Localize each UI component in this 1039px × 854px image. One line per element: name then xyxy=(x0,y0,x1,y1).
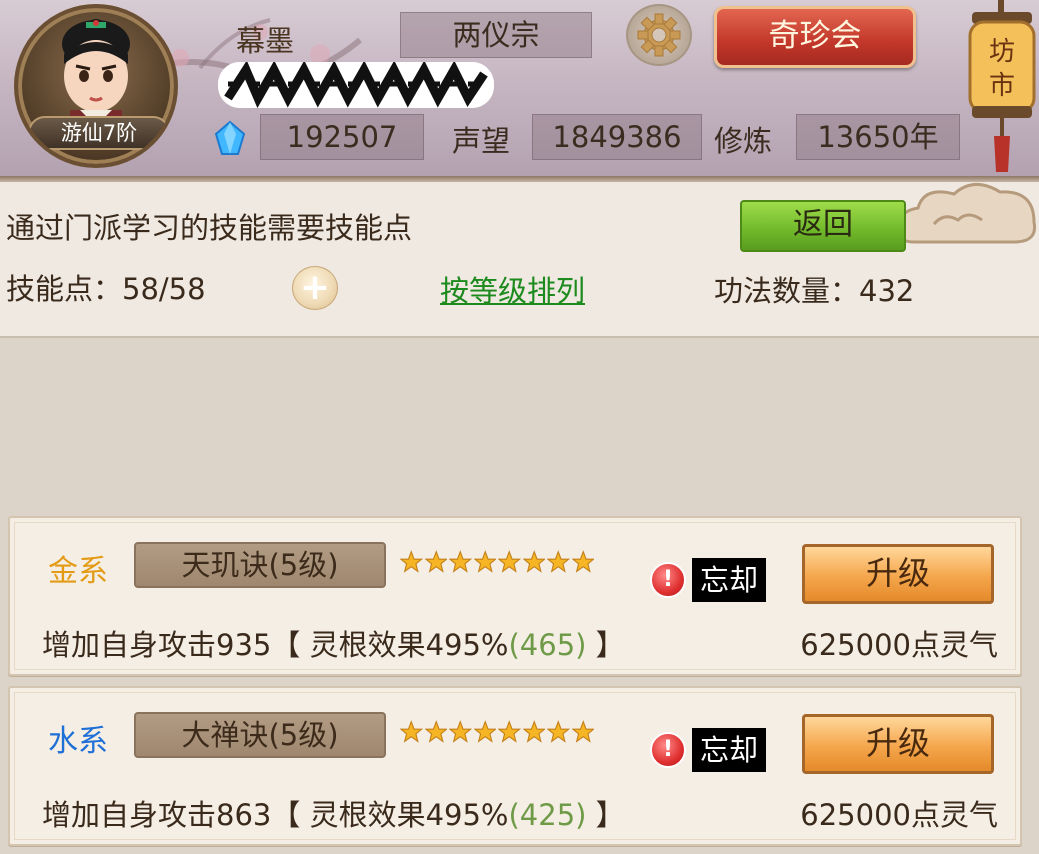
sort-by-level-link[interactable]: 按等级排列 xyxy=(440,268,585,310)
star-icon xyxy=(498,550,521,573)
spirit-stone-gem-icon xyxy=(214,120,246,155)
rank-badge: 游仙7阶 xyxy=(28,116,170,150)
skill-points-label: 技能点：58/58 xyxy=(6,272,206,306)
spirit-stone-count: 192507 xyxy=(260,114,424,160)
effect-text: 增加自身攻击863【 灵根效果495% xyxy=(42,798,509,832)
star-icon xyxy=(571,550,594,573)
star-icon xyxy=(522,550,545,573)
exclamation-icon[interactable]: ! xyxy=(650,562,686,598)
upgrade-button[interactable]: 升级 xyxy=(802,714,994,774)
player-name: 幕墨 xyxy=(236,24,295,58)
star-icon xyxy=(473,720,496,743)
star-icon xyxy=(473,550,496,573)
market-sign-char1: 坊 xyxy=(989,37,1015,67)
return-button[interactable]: 返回 xyxy=(740,200,906,252)
star-icon xyxy=(522,720,545,743)
star-icon xyxy=(424,550,447,573)
star-icon xyxy=(400,720,423,743)
skill-name: 天玑诀(5级) xyxy=(134,542,386,588)
star-icon xyxy=(424,720,447,743)
cultivation-value: 13650年 xyxy=(796,114,960,160)
top-status-bar: 游仙7阶 幕墨 两仪宗 奇珍会 坊 市 192507 声望 1849386 修炼… xyxy=(0,0,1039,178)
forget-button[interactable]: 忘却 xyxy=(692,558,767,602)
effect-close: 】 xyxy=(586,628,625,662)
star-icon xyxy=(547,550,570,573)
element-label: 水系 xyxy=(48,724,108,759)
star-rating xyxy=(400,720,594,746)
effect-bonus: (465) xyxy=(508,628,587,662)
market-lantern-icon[interactable]: 坊 市 xyxy=(962,0,1039,176)
star-icon xyxy=(498,720,521,743)
effect-text: 增加自身攻击935【 灵根效果495% xyxy=(42,628,509,662)
skill-point-description: 通过门派学习的技能需要技能点 xyxy=(6,211,413,245)
skill-name: 大禅诀(5级) xyxy=(134,712,386,758)
fame-value: 1849386 xyxy=(532,114,702,160)
star-rating xyxy=(400,550,594,576)
effect-close: 】 xyxy=(586,798,625,832)
skill-effect: 增加自身攻击863【 灵根效果495%(425) 】 xyxy=(42,792,625,834)
skill-effect: 增加自身攻击935【 灵根效果495%(465) 】 xyxy=(42,622,625,664)
skill-card: 金系 天玑诀(5级) ! 忘却 升级 增加自身攻击935【 灵根效果495%(4… xyxy=(8,516,1022,676)
treasure-fair-button[interactable]: 奇珍会 xyxy=(714,6,916,68)
settings-gear-icon[interactable] xyxy=(626,4,692,66)
sect-name: 两仪宗 xyxy=(400,12,592,58)
plus-icon[interactable]: + xyxy=(292,266,338,310)
star-icon xyxy=(571,720,594,743)
cultivation-label: 修炼 xyxy=(714,124,773,158)
cloud-decoration xyxy=(899,183,1037,244)
element-label: 金系 xyxy=(48,554,108,589)
fame-label: 声望 xyxy=(452,124,511,158)
market-sign-char2: 市 xyxy=(989,71,1015,101)
redacted-id-scribble xyxy=(218,62,494,108)
avatar[interactable]: 游仙7阶 xyxy=(14,4,178,168)
upgrade-button[interactable]: 升级 xyxy=(802,544,994,604)
skill-list[interactable]: 金系 天玑诀(5级) ! 忘却 升级 增加自身攻击935【 灵根效果495%(4… xyxy=(0,336,1039,854)
skill-card: 水系 大禅诀(5级) ! 忘却 升级 增加自身攻击863【 灵根效果495%(4… xyxy=(8,686,1022,846)
technique-count: 功法数量：432 xyxy=(714,274,915,308)
forget-button[interactable]: 忘却 xyxy=(692,728,767,772)
upgrade-cost: 625000点灵气 xyxy=(800,628,998,662)
exclamation-icon[interactable]: ! xyxy=(650,732,686,768)
star-icon xyxy=(547,720,570,743)
star-icon xyxy=(449,550,472,573)
upgrade-cost: 625000点灵气 xyxy=(800,798,998,832)
star-icon xyxy=(449,720,472,743)
star-icon xyxy=(400,550,423,573)
effect-bonus: (425) xyxy=(508,798,587,832)
